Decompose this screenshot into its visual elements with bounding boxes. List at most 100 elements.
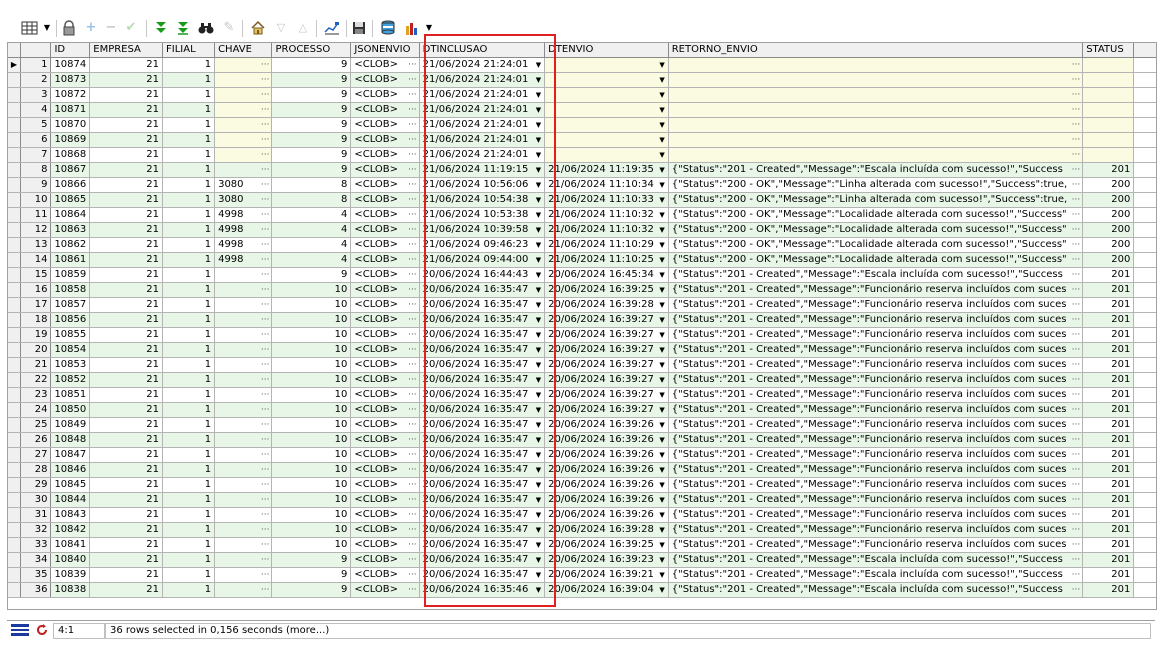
- table-row[interactable]: 6 10869 21 1 ··· 9 <CLOB> ··· 21/06/2024 21:24:0…: [8, 132, 1156, 148]
- cell-status[interactable]: 201: [1082, 522, 1135, 538]
- ellipsis-button[interactable]: ···: [408, 298, 417, 312]
- ellipsis-button[interactable]: ···: [408, 88, 417, 102]
- row-selector[interactable]: [8, 72, 21, 88]
- ellipsis-button[interactable]: ···: [261, 208, 270, 222]
- cell-status[interactable]: [1082, 87, 1135, 103]
- cell-empresa[interactable]: 21: [89, 312, 163, 328]
- cell-empresa[interactable]: 21: [89, 87, 163, 103]
- cell-status[interactable]: 201: [1082, 552, 1135, 568]
- cell-chave[interactable]: ···: [214, 387, 273, 403]
- cell-filial[interactable]: 1: [162, 462, 216, 478]
- cell-retorno-envio[interactable]: ···: [668, 57, 1084, 73]
- cell-filial[interactable]: 1: [162, 87, 216, 103]
- cell-empresa[interactable]: 21: [89, 387, 163, 403]
- chevron-down-icon[interactable]: ▼: [536, 373, 541, 387]
- cell-chave[interactable]: ···: [214, 342, 273, 358]
- cell-chave[interactable]: ···: [214, 432, 273, 448]
- ellipsis-button[interactable]: ···: [261, 118, 270, 132]
- ellipsis-button[interactable]: ···: [1072, 463, 1081, 477]
- cell-dtenvio[interactable]: 21/06/2024 11:10:33 ▼: [544, 192, 669, 208]
- row-selector[interactable]: [8, 207, 21, 223]
- cell-empresa[interactable]: 21: [89, 177, 163, 193]
- cell-dtenvio[interactable]: ▼: [544, 102, 669, 118]
- cell-processo[interactable]: 9: [271, 582, 352, 598]
- cell-id[interactable]: 10864: [50, 207, 91, 223]
- cell-retorno-envio[interactable]: ···: [668, 117, 1084, 133]
- cell-jsonenvio[interactable]: <CLOB> ···: [350, 57, 420, 73]
- arrow-down-icon[interactable]: ▽: [272, 19, 290, 37]
- table-row[interactable]: 15 10859 21 1 ··· 9 <CLOB> ··· 20/06/2024 16:44:…: [8, 267, 1156, 283]
- cell-chave[interactable]: ···: [214, 132, 273, 148]
- cell-jsonenvio[interactable]: <CLOB> ···: [350, 462, 420, 478]
- cell-status[interactable]: 200: [1082, 222, 1135, 238]
- chevron-down-icon[interactable]: ▼: [536, 538, 541, 552]
- cell-dtinclusao[interactable]: 21/06/2024 21:24:01 ▼: [419, 147, 546, 163]
- cell-chave[interactable]: 3080 ···: [214, 192, 273, 208]
- cell-processo[interactable]: 9: [271, 87, 352, 103]
- cell-retorno-envio[interactable]: {"Status":"201 - Created","Message":"Fun…: [668, 462, 1084, 478]
- chevron-down-icon[interactable]: ▼: [659, 193, 664, 207]
- row-selector[interactable]: [8, 312, 21, 328]
- cell-dtinclusao[interactable]: 21/06/2024 11:19:15 ▼: [419, 162, 546, 178]
- cell-jsonenvio[interactable]: <CLOB> ···: [350, 507, 420, 523]
- remove-icon[interactable]: −: [102, 19, 120, 37]
- row-selector[interactable]: [8, 252, 21, 268]
- cell-filial[interactable]: 1: [162, 357, 216, 373]
- chevron-down-icon[interactable]: ▼: [536, 328, 541, 342]
- cell-empresa[interactable]: 21: [89, 162, 163, 178]
- table-row[interactable]: 10 10865 21 1 3080 ··· 8 <CLOB> ··· 21/06/2024 10…: [8, 192, 1156, 208]
- ellipsis-button[interactable]: ···: [261, 58, 270, 72]
- cell-dtinclusao[interactable]: 21/06/2024 21:24:01 ▼: [419, 117, 546, 133]
- cell-retorno-envio[interactable]: {"Status":"201 - Created","Message":"Fun…: [668, 432, 1084, 448]
- cell-status[interactable]: 201: [1082, 462, 1135, 478]
- row-selector[interactable]: [8, 372, 21, 388]
- cell-jsonenvio[interactable]: <CLOB> ···: [350, 477, 420, 493]
- cell-jsonenvio[interactable]: <CLOB> ···: [350, 552, 420, 568]
- cell-empresa[interactable]: 21: [89, 192, 163, 208]
- ellipsis-button[interactable]: ···: [261, 568, 270, 582]
- cell-dtenvio[interactable]: 20/06/2024 16:39:28 ▼: [544, 522, 669, 538]
- row-selector[interactable]: [8, 102, 21, 118]
- cell-empresa[interactable]: 21: [89, 297, 163, 313]
- ellipsis-button[interactable]: ···: [1072, 403, 1081, 417]
- ellipsis-button[interactable]: ···: [408, 58, 417, 72]
- cell-id[interactable]: 10843: [50, 507, 91, 523]
- cell-status[interactable]: 201: [1082, 357, 1135, 373]
- cell-processo[interactable]: 9: [271, 117, 352, 133]
- cell-dtenvio[interactable]: 21/06/2024 11:10:32 ▼: [544, 207, 669, 223]
- cell-empresa[interactable]: 21: [89, 372, 163, 388]
- row-selector[interactable]: [8, 87, 21, 103]
- chevron-down-icon[interactable]: ▼: [659, 553, 664, 567]
- cell-jsonenvio[interactable]: <CLOB> ···: [350, 447, 420, 463]
- cell-id[interactable]: 10845: [50, 477, 91, 493]
- chevron-down-icon[interactable]: ▼: [536, 148, 541, 162]
- table-row[interactable]: 16 10858 21 1 ··· 10 <CLOB> ··· 20/06/2024 16:35…: [8, 282, 1156, 298]
- table-row[interactable]: 32 10842 21 1 ··· 10 <CLOB> ··· 20/06/2024 16:35…: [8, 522, 1156, 538]
- ellipsis-button[interactable]: ···: [1072, 58, 1081, 72]
- cell-id[interactable]: 10855: [50, 327, 91, 343]
- row-selector[interactable]: [8, 387, 21, 403]
- ellipsis-button[interactable]: ···: [261, 388, 270, 402]
- column-header-retorno-envio[interactable]: RETORNO_ENVIO: [668, 43, 1084, 58]
- chevron-down-icon[interactable]: ▼: [536, 448, 541, 462]
- cell-processo[interactable]: 9: [271, 72, 352, 88]
- cell-dtinclusao[interactable]: 20/06/2024 16:35:47 ▼: [419, 432, 546, 448]
- cell-processo[interactable]: 10: [271, 387, 352, 403]
- cell-empresa[interactable]: 21: [89, 432, 163, 448]
- chevron-down-icon[interactable]: ▼: [536, 568, 541, 582]
- cell-status[interactable]: 201: [1082, 507, 1135, 523]
- cell-status[interactable]: 201: [1082, 402, 1135, 418]
- cell-filial[interactable]: 1: [162, 417, 216, 433]
- cell-dtenvio[interactable]: 20/06/2024 16:39:25 ▼: [544, 537, 669, 553]
- cell-status[interactable]: 201: [1082, 342, 1135, 358]
- chevron-down-icon[interactable]: ▼: [659, 463, 664, 477]
- cell-jsonenvio[interactable]: <CLOB> ···: [350, 252, 420, 268]
- cell-processo[interactable]: 4: [271, 207, 352, 223]
- column-header-dtinclusao[interactable]: DTINCLUSAO: [419, 43, 546, 58]
- chevron-down-icon[interactable]: ▼: [536, 208, 541, 222]
- cell-dtinclusao[interactable]: 20/06/2024 16:35:47 ▼: [419, 522, 546, 538]
- table-row[interactable]: 17 10857 21 1 ··· 10 <CLOB> ··· 20/06/2024 16:35…: [8, 297, 1156, 313]
- cell-processo[interactable]: 10: [271, 522, 352, 538]
- ellipsis-button[interactable]: ···: [261, 538, 270, 552]
- cell-empresa[interactable]: 21: [89, 72, 163, 88]
